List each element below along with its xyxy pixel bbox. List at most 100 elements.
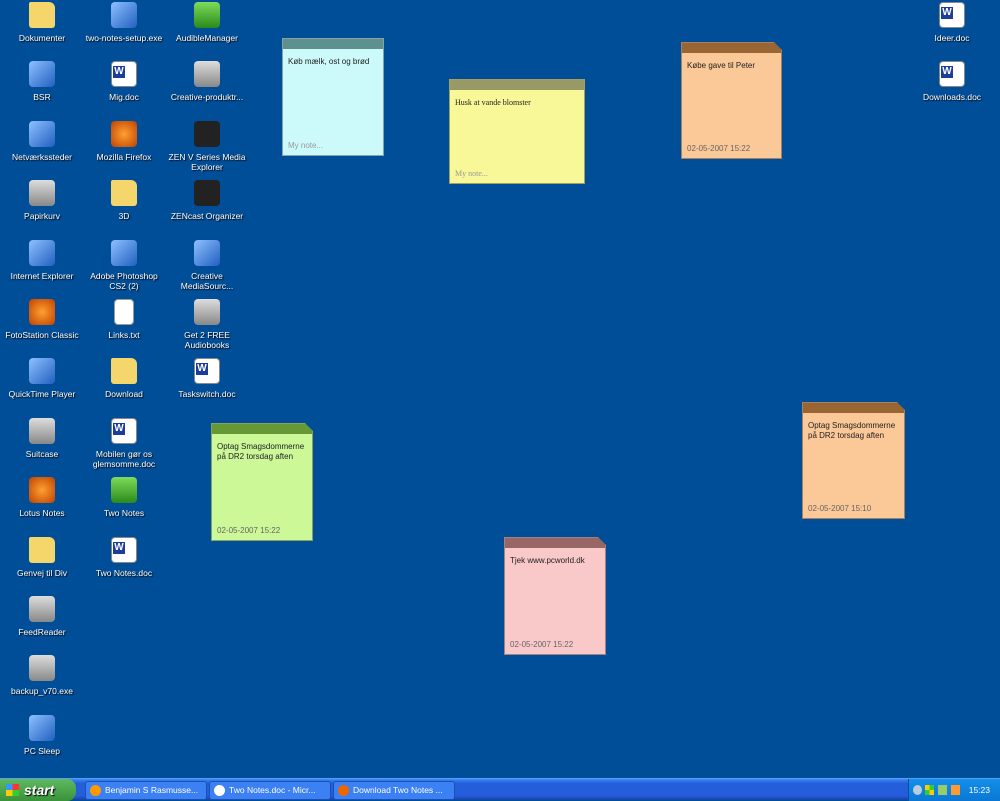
desktop-icon-label: Dokumenter xyxy=(18,33,66,43)
desktop-icon-quicktime-player[interactable]: QuickTime Player xyxy=(0,356,84,399)
doc-icon xyxy=(111,536,137,563)
desktop-icon-label: Two Notes.doc xyxy=(95,567,153,578)
windows-flag-icon xyxy=(6,784,19,796)
desktop-icon-label: Lotus Notes xyxy=(19,508,65,519)
app-icon xyxy=(194,239,220,266)
app-icon xyxy=(29,120,55,147)
note-header[interactable] xyxy=(450,80,584,90)
green-icon xyxy=(194,2,220,28)
desktop-icon-audiblemanager[interactable]: AudibleManager xyxy=(165,0,249,43)
desktop-icon-bsr[interactable]: BSR xyxy=(0,59,84,102)
desktop-icon-two-notes[interactable]: Two Notes xyxy=(82,475,166,518)
clock[interactable]: 15:23 xyxy=(969,779,990,801)
doc-icon xyxy=(111,417,137,444)
desktop-icon-label: Creative MediaSourc... xyxy=(180,270,234,291)
taskbar-button[interactable]: Benjamin S Rasmusse... xyxy=(85,781,207,800)
orange-icon xyxy=(111,120,137,147)
desktop-icon-suitcase[interactable]: Suitcase xyxy=(0,416,84,459)
start-button[interactable]: start xyxy=(0,779,76,801)
desktop-icon-label: FeedReader xyxy=(18,627,66,637)
lotus-notes-icon xyxy=(90,785,101,796)
desktop-icon-label: Mozilla Firefox xyxy=(96,151,152,162)
desktop-icon-label: Internet Explorer xyxy=(10,270,74,281)
desktop-icon-links-txt[interactable]: Links.txt xyxy=(82,297,166,340)
firefox-icon xyxy=(338,785,349,796)
desktop-icon-two-notes-setup-exe[interactable]: two-notes-setup.exe xyxy=(82,0,166,43)
desktop-icon-adobe-photoshop-cs2-2[interactable]: Adobe Photoshop CS2 (2) xyxy=(82,238,166,291)
sticky-note[interactable]: Optag Smagsdommerne på DR2 torsdag aften… xyxy=(802,402,905,519)
desktop-icon-downloads-doc[interactable]: Downloads.doc xyxy=(910,59,994,102)
desktop-icon-netv-rkssteder[interactable]: Netværkssteder xyxy=(0,119,84,162)
note-text[interactable]: Optag Smagsdommerne på DR2 torsdag aften xyxy=(212,434,312,470)
note-text[interactable]: Husk at vande blomster xyxy=(450,90,584,116)
note-header[interactable] xyxy=(803,403,904,413)
gray-icon xyxy=(29,655,55,682)
desktop-icon-get-2-free-audiobooks[interactable]: Get 2 FREE Audiobooks xyxy=(165,297,249,350)
folder-icon xyxy=(29,2,55,28)
desktop-icon-papirkurv[interactable]: Papirkurv xyxy=(0,178,84,221)
sticky-note[interactable]: Tjek www.pcworld.dk 02-05-2007 15:22 xyxy=(504,537,606,655)
note-text[interactable]: Køb mælk, ost og brød xyxy=(283,49,383,75)
desktop-icon-mig-doc[interactable]: Mig.doc xyxy=(82,59,166,102)
note-header[interactable] xyxy=(283,39,383,49)
desktop-icon-taskswitch-doc[interactable]: Taskswitch.doc xyxy=(165,356,249,399)
doc-icon xyxy=(111,61,137,88)
desktop-icon-label: Genvej til Div xyxy=(16,567,68,578)
txt-icon xyxy=(114,299,134,325)
taskbar-button[interactable]: Two Notes.doc - Micr... xyxy=(209,781,331,800)
desktop-icon-label: Netværkssteder xyxy=(12,151,72,162)
desktop-icon-dokumenter[interactable]: Dokumenter xyxy=(0,0,84,43)
sticky-note[interactable]: Køb mælk, ost og brød My note... xyxy=(282,38,384,156)
desktop-icon-lotus-notes[interactable]: Lotus Notes xyxy=(0,475,84,518)
orange-icon xyxy=(29,477,55,504)
note-text[interactable]: Optag Smagsdommerne på DR2 torsdag aften xyxy=(803,413,904,449)
desktop-icon-fotostation-classic[interactable]: FotoStation Classic xyxy=(0,297,84,340)
desktop-icon-label: AudibleManager xyxy=(176,33,238,43)
start-label: start xyxy=(24,782,55,798)
desktop-icon-3d[interactable]: 3D xyxy=(82,178,166,221)
desktop-icon-feedreader[interactable]: FeedReader xyxy=(0,594,84,637)
app-icon xyxy=(29,61,55,88)
taskbar: start Benjamin S Rasmusse... Two Notes.do… xyxy=(0,778,1000,801)
show-hidden-icons-chevron-icon[interactable] xyxy=(913,785,922,795)
desktop-icon-mozilla-firefox[interactable]: Mozilla Firefox xyxy=(82,119,166,162)
desktop-icon-zen-v-series-media-explorer[interactable]: ZEN V Series Media Explorer xyxy=(165,119,249,172)
sticky-note[interactable]: Købe gave til Peter 02-05-2007 15:22 xyxy=(681,42,782,159)
two-notes-tray-icon[interactable] xyxy=(925,785,934,795)
gray-icon xyxy=(29,596,55,622)
note-header[interactable] xyxy=(505,538,605,548)
desktop-icon-zencast-organizer[interactable]: ZENcast Organizer xyxy=(165,178,249,221)
sticky-note[interactable]: Optag Smagsdommerne på DR2 torsdag aften… xyxy=(211,423,313,541)
network-tray-icon[interactable] xyxy=(938,785,947,795)
desktop-icon-creative-produktr[interactable]: Creative-produktr... xyxy=(165,59,249,102)
doc-icon xyxy=(939,2,965,28)
orange-icon xyxy=(29,299,55,325)
note-header[interactable] xyxy=(212,424,312,434)
app-icon xyxy=(111,2,137,28)
desktop-icon-backup-v70-exe[interactable]: backup_v70.exe xyxy=(0,653,84,696)
desktop-icon-creative-mediasourc[interactable]: Creative MediaSourc... xyxy=(165,238,249,291)
desktop-icon-label: Adobe Photoshop CS2 (2) xyxy=(90,270,158,291)
gray-icon xyxy=(194,61,220,88)
desktop-icon-label: Mig.doc xyxy=(109,92,139,103)
dark-icon xyxy=(194,180,220,207)
app-icon xyxy=(111,239,137,266)
tray-app-icon[interactable] xyxy=(951,785,960,795)
desktop-icon-genvej-til-div[interactable]: Genvej til Div xyxy=(0,535,84,578)
taskbar-button[interactable]: Download Two Notes ... xyxy=(333,781,455,800)
desktop-icon-pc-sleep[interactable]: PC Sleep xyxy=(0,713,84,756)
sticky-note[interactable]: Husk at vande blomster My note... xyxy=(449,79,585,184)
note-text[interactable]: Tjek www.pcworld.dk xyxy=(505,548,605,574)
note-text[interactable]: Købe gave til Peter xyxy=(682,53,781,79)
desktop-icon-download[interactable]: Download xyxy=(82,356,166,399)
desktop-icon-label: Suitcase xyxy=(25,448,59,459)
app-icon xyxy=(29,714,55,741)
note-header[interactable] xyxy=(682,43,781,53)
desktop-icon-two-notes-doc[interactable]: Two Notes.doc xyxy=(82,535,166,578)
note-corner-fold xyxy=(897,402,905,410)
word-icon xyxy=(214,785,225,796)
gray-icon xyxy=(29,180,55,207)
desktop-icon-internet-explorer[interactable]: Internet Explorer xyxy=(0,238,84,281)
desktop-icon-mobilen-g-r-os-glemsomme-doc[interactable]: Mobilen gør os glemsomme.doc xyxy=(82,416,166,469)
desktop-icon-ideer-doc[interactable]: Ideer.doc xyxy=(910,0,994,43)
